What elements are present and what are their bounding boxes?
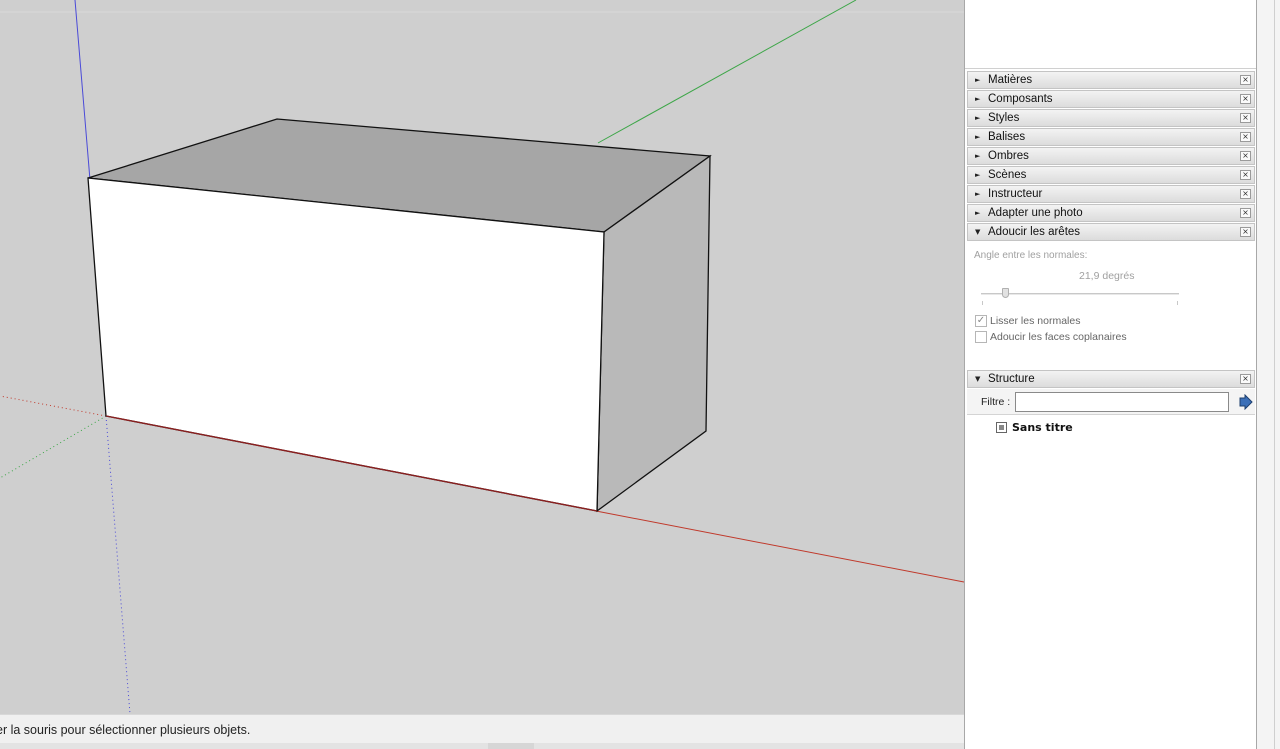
panel-header-match-photo[interactable]: ► Adapter une photo × xyxy=(967,204,1255,222)
status-segment xyxy=(488,743,534,749)
panel-header-instructor[interactable]: ► Instructeur × xyxy=(967,185,1255,203)
panel-header-components[interactable]: ► Composants × xyxy=(967,90,1255,108)
collapsed-arrow-icon: ► xyxy=(975,75,981,84)
collapsed-arrow-icon: ► xyxy=(975,208,981,217)
panel-header-styles[interactable]: ► Styles × xyxy=(967,109,1255,127)
panel-header-shadows[interactable]: ► Ombres × xyxy=(967,147,1255,165)
angle-value: 21,9 degrés xyxy=(1079,270,1135,282)
panel-header-scenes[interactable]: ► Scènes × xyxy=(967,166,1255,184)
outliner-details-icon[interactable] xyxy=(1237,394,1253,410)
close-icon[interactable]: × xyxy=(1240,113,1251,123)
panel-title: Instructeur xyxy=(988,188,1043,200)
collapsed-arrow-icon: ► xyxy=(975,151,981,160)
close-icon[interactable]: × xyxy=(1240,132,1251,142)
soften-coplanar-option[interactable]: Adoucir les faces coplanaires xyxy=(975,331,1127,343)
panel-header-tags[interactable]: ► Balises × xyxy=(967,128,1255,146)
panel-title: Adoucir les arêtes xyxy=(988,226,1081,238)
outliner-root-label: Sans titre xyxy=(1012,421,1073,434)
collapsed-arrow-icon: ► xyxy=(975,189,981,198)
angle-label: Angle entre les normales: xyxy=(974,250,1088,261)
angle-slider-track[interactable] xyxy=(981,293,1179,295)
expanded-arrow-icon: ▼ xyxy=(975,374,981,383)
viewport-canvas[interactable] xyxy=(0,0,964,714)
status-bar: er la souris pour sélectionner plusieurs… xyxy=(0,714,964,749)
panel-title: Adapter une photo xyxy=(988,207,1083,219)
collapsed-arrow-icon: ► xyxy=(975,94,981,103)
slider-tick xyxy=(1177,301,1178,305)
collapsed-arrow-icon: ► xyxy=(975,132,981,141)
angle-slider-thumb[interactable] xyxy=(1002,288,1009,298)
panel-title: Composants xyxy=(988,93,1053,105)
panel-title: Balises xyxy=(988,131,1026,143)
model-icon xyxy=(996,422,1007,433)
slider-tick xyxy=(982,301,983,305)
close-icon[interactable]: × xyxy=(1240,227,1251,237)
close-icon[interactable]: × xyxy=(1240,208,1251,218)
panel-title: Styles xyxy=(988,112,1020,124)
close-icon[interactable]: × xyxy=(1240,189,1251,199)
status-message: er la souris pour sélectionner plusieurs… xyxy=(0,723,251,737)
panel-title: Scènes xyxy=(988,169,1027,181)
filter-label: Filtre : xyxy=(981,396,1011,408)
filter-input[interactable] xyxy=(1015,392,1229,412)
close-icon[interactable]: × xyxy=(1240,374,1251,384)
panel-header-outliner[interactable]: ▼ Structure × xyxy=(967,370,1255,388)
close-icon[interactable]: × xyxy=(1240,94,1251,104)
tray-panel-list: ► Matières × ► Composants × ► Styles × ►… xyxy=(965,69,1256,749)
soften-edges-panel: Angle entre les normales: 21,9 degrés ✓ … xyxy=(965,242,1256,370)
tray-top-area xyxy=(965,0,1256,69)
panel-title: Matières xyxy=(988,74,1033,86)
panel-title: Ombres xyxy=(988,150,1029,162)
expanded-arrow-icon: ▼ xyxy=(975,227,981,236)
close-icon[interactable]: × xyxy=(1240,75,1251,85)
collapsed-arrow-icon: ► xyxy=(975,170,981,179)
collapsed-arrow-icon: ► xyxy=(975,113,981,122)
soften-coplanar-label: Adoucir les faces coplanaires xyxy=(990,331,1127,343)
smooth-normals-label: Lisser les normales xyxy=(990,315,1081,327)
close-icon[interactable]: × xyxy=(1240,170,1251,180)
model-viewport[interactable] xyxy=(0,0,964,714)
soften-coplanar-checkbox[interactable] xyxy=(975,331,987,343)
panel-header-materials[interactable]: ► Matières × xyxy=(967,71,1255,89)
close-icon[interactable]: × xyxy=(1240,151,1251,161)
window-right-edge xyxy=(1257,0,1280,749)
outliner-root-item[interactable]: Sans titre xyxy=(996,421,1073,434)
outliner-filter-row: Filtre : xyxy=(967,389,1255,415)
panel-title: Structure xyxy=(988,373,1035,385)
edge-divider xyxy=(1274,0,1275,749)
smooth-normals-option[interactable]: ✓ Lisser les normales xyxy=(975,315,1080,327)
default-tray: ► Matières × ► Composants × ► Styles × ►… xyxy=(964,0,1257,749)
status-bottom-strip xyxy=(0,743,964,749)
panel-header-soften-edges[interactable]: ▼ Adoucir les arêtes × xyxy=(967,223,1255,241)
smooth-normals-checkbox[interactable]: ✓ xyxy=(975,315,987,327)
outliner-tree: Sans titre xyxy=(965,415,1256,749)
